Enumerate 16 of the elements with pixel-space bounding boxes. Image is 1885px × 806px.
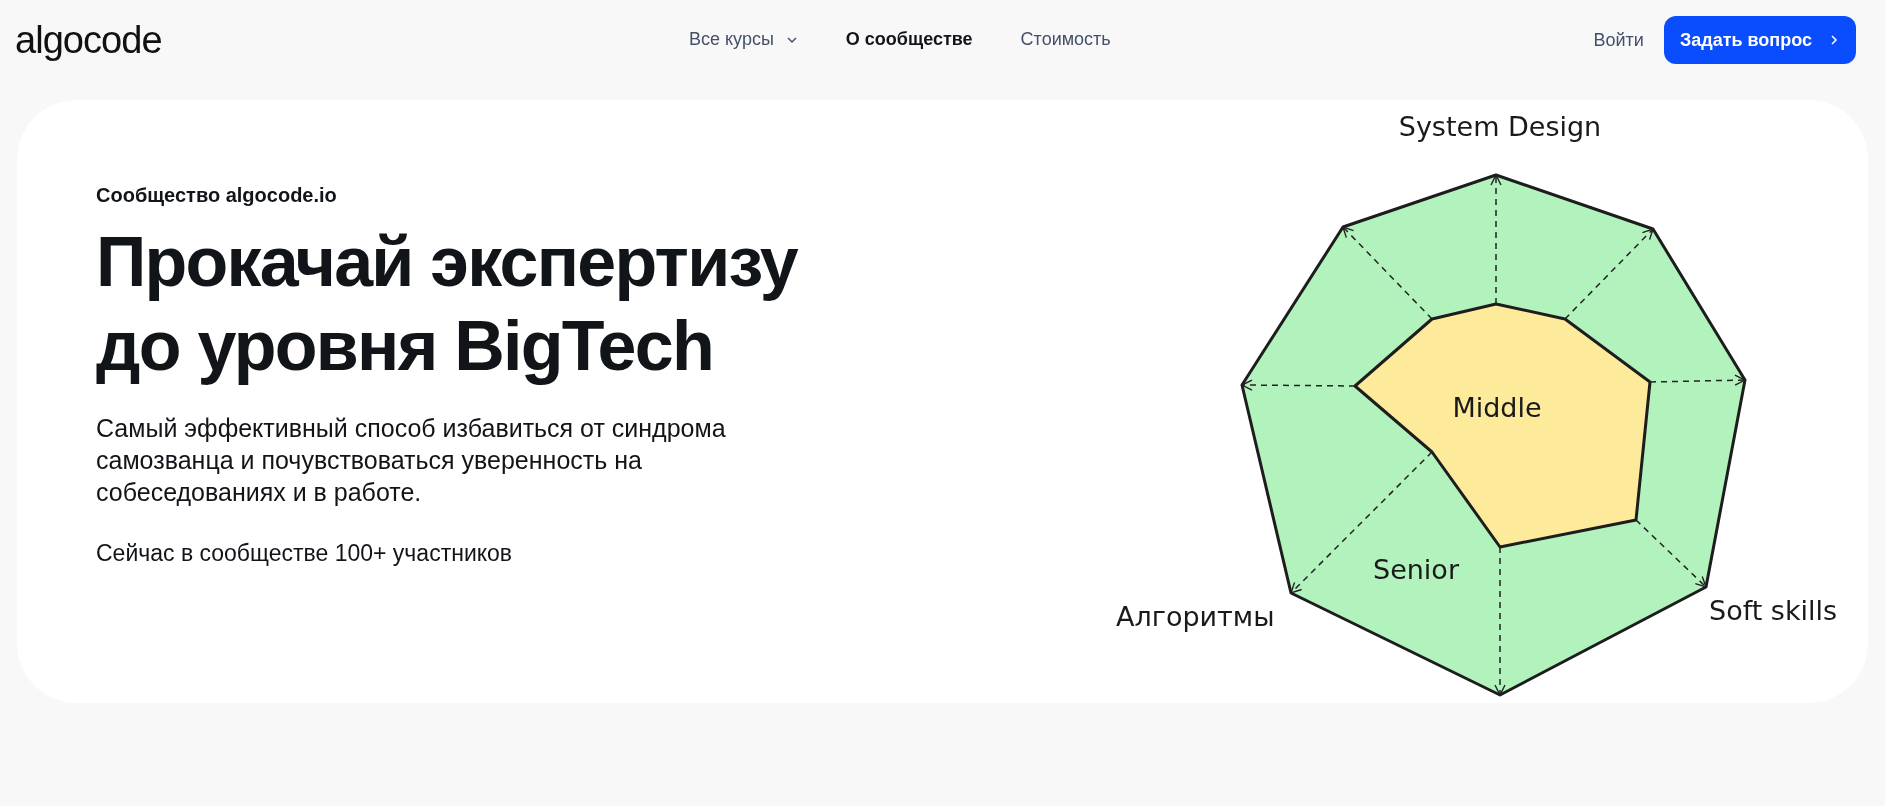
nav-link[interactable]: Стоимость [1020,26,1111,53]
axis-label: System Design [1398,111,1602,142]
eyebrow-text: Сообщество algocode.io [96,183,338,208]
login-link[interactable]: Войти [1593,26,1644,54]
level-label: Senior [1373,554,1459,585]
chevron-icon [1828,34,1840,46]
members-count: Сейчас в сообществе 100+ участников [96,539,514,568]
nav-link[interactable]: Все курсы [689,26,798,53]
hero-description: Самый эффективный способ избавиться от синдрома самозванца и почувствоваться уверенность на собеседованиях и в работе. [96,413,727,508]
level-label: Middle [1452,392,1542,423]
ask-question-button[interactable]: Задать вопрос [1663,16,1856,64]
nav-link[interactable]: О сообществе [845,26,973,53]
hero-title: Прокачай экспертизу до уровня BigTech [96,222,799,387]
axis-label: Алгоритмы [1116,601,1275,632]
axis-label: Soft skills [1709,595,1838,626]
logo[interactable]: algocode [15,11,162,69]
